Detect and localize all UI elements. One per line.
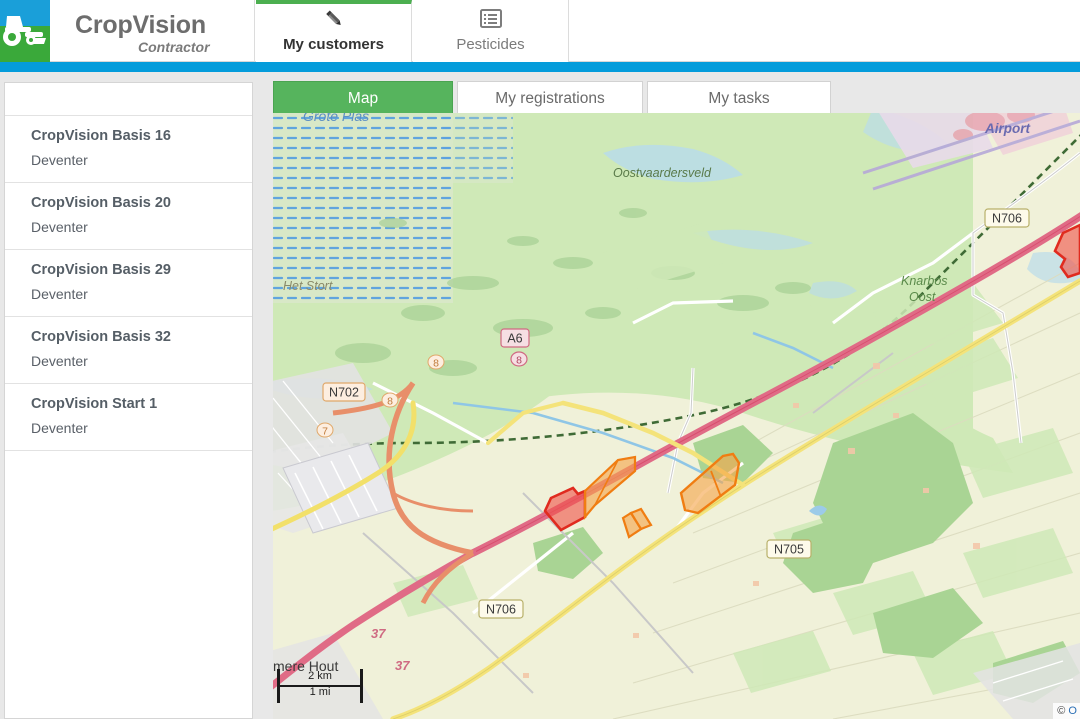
tab-map-label: Map: [347, 90, 379, 107]
customer-city: Deventer: [31, 286, 88, 302]
customer-list: CropVision Basis 16 Deventer CropVision Ba…: [5, 116, 252, 451]
svg-text:A6: A6: [507, 332, 522, 346]
customer-name: CropVision Basis 29: [31, 262, 171, 278]
application-root: CropVision Contractor My customers Pesti…: [0, 0, 1080, 719]
pencil-icon: [256, 7, 411, 31]
sidebar-header[interactable]: [5, 83, 252, 116]
tab-my-registrations-label: My registrations: [495, 90, 605, 107]
copyright-icon: ©: [1057, 705, 1066, 717]
customer-list-item[interactable]: CropVision Basis 16 Deventer: [5, 116, 252, 183]
scale-label-imperial: 1 mi: [309, 686, 331, 698]
svg-text:37: 37: [395, 658, 410, 673]
customer-city: Deventer: [31, 219, 88, 235]
customer-city: Deventer: [31, 152, 88, 168]
svg-text:7: 7: [322, 426, 328, 438]
list-document-icon: [413, 6, 568, 30]
svg-text:N706: N706: [992, 212, 1022, 226]
tab-my-customers-label: My customers: [283, 36, 384, 53]
customer-city: Deventer: [31, 420, 88, 436]
map-scale-bar: 2 km 1 mi: [277, 669, 363, 705]
content-area: CropVision Basis 16 Deventer CropVision Ba…: [0, 72, 1080, 719]
customer-name: CropVision Basis 16: [31, 128, 171, 144]
svg-text:Knarbos: Knarbos: [901, 274, 948, 288]
svg-text:37: 37: [371, 626, 386, 641]
customer-list-item[interactable]: CropVision Basis 32 Deventer: [5, 317, 252, 384]
tab-pesticides[interactable]: Pesticides: [413, 0, 569, 62]
brand-block: CropVision Contractor: [50, 0, 255, 62]
tab-map[interactable]: Map: [273, 81, 453, 117]
svg-text:Grote Plas: Grote Plas: [303, 113, 369, 124]
tab-my-registrations[interactable]: My registrations: [457, 81, 643, 117]
tab-my-tasks[interactable]: My tasks: [647, 81, 831, 117]
page-title: CropVision: [75, 11, 206, 39]
brand-subtitle: Contractor: [138, 39, 210, 55]
customer-list-item[interactable]: CropVision Start 1 Deventer: [5, 384, 252, 451]
tab-my-customers[interactable]: My customers: [256, 0, 412, 62]
svg-text:N706: N706: [486, 603, 516, 617]
map-attribution[interactable]: © O: [1053, 703, 1080, 719]
app-header: CropVision Contractor My customers Pesti…: [0, 0, 1080, 62]
scale-label-metric: 2 km: [308, 670, 332, 682]
tab-my-tasks-label: My tasks: [708, 90, 770, 107]
map-tiles: Grote Plas Oostvaardersveld Het Stort Kn…: [273, 113, 1080, 719]
map-panel: Map My registrations My tasks Grote Plas…: [269, 72, 1080, 719]
svg-text:Het Stort: Het Stort: [283, 279, 333, 293]
tab-pesticides-label: Pesticides: [456, 36, 525, 53]
customer-list-item[interactable]: CropVision Basis 29 Deventer: [5, 250, 252, 317]
map-tab-bar: Map My registrations My tasks: [269, 81, 1080, 117]
map-viewport[interactable]: Grote Plas Oostvaardersveld Het Stort Kn…: [273, 113, 1080, 719]
svg-text:N702: N702: [329, 386, 359, 400]
customer-name: CropVision Basis 20: [31, 195, 171, 211]
customer-list-item[interactable]: CropVision Basis 20 Deventer: [5, 183, 252, 250]
svg-text:N705: N705: [774, 543, 804, 557]
svg-text:Oostvaardersveld: Oostvaardersveld: [613, 166, 712, 180]
customer-name: CropVision Start 1: [31, 396, 158, 412]
svg-text:8: 8: [516, 355, 522, 367]
tractor-icon: [0, 0, 50, 62]
svg-text:8: 8: [433, 358, 439, 370]
accent-bar: [0, 62, 1080, 72]
svg-text:Oost: Oost: [909, 290, 936, 304]
svg-text:8: 8: [387, 396, 393, 408]
customer-sidebar: CropVision Basis 16 Deventer CropVision Ba…: [4, 82, 253, 719]
customer-name: CropVision Basis 32: [31, 329, 171, 345]
svg-text:Airport: Airport: [984, 121, 1031, 136]
customer-city: Deventer: [31, 353, 88, 369]
